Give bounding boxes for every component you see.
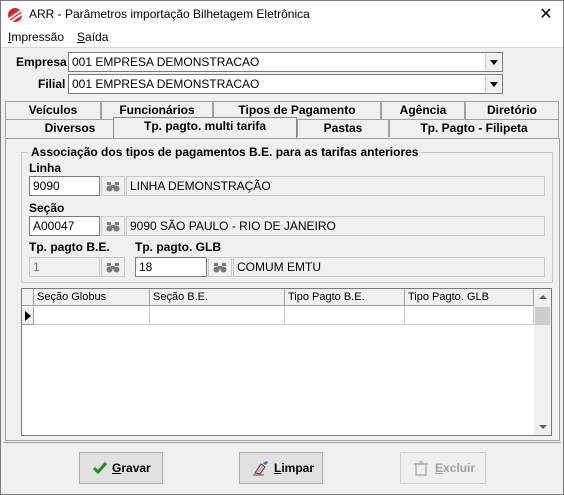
title-bar: ARR - Parâmetros importação Bilhetagem E… [1, 1, 563, 29]
secao-label: Seção [29, 201, 65, 215]
chevron-down-icon[interactable] [485, 54, 501, 70]
tp-pagto-glb-input[interactable]: 18 [135, 257, 207, 277]
tp-pagto-glb-value: 18 [139, 260, 153, 274]
data-grid[interactable]: Seção Globus Seção B.E. Tipo Pagto B.E. … [21, 288, 552, 436]
tab-pastas[interactable]: Pastas [297, 119, 389, 137]
scroll-thumb[interactable] [535, 307, 550, 325]
checkmark-icon [92, 462, 108, 475]
empresa-label: Empresa [16, 55, 67, 69]
chevron-down-icon[interactable] [485, 76, 501, 92]
filial-select[interactable]: 001 EMPRESA DEMONSTRACAO [68, 74, 503, 94]
tp-pagto-glb-label: Tp. pagto. GLB [135, 240, 221, 254]
window-title: ARR - Parâmetros importação Bilhetagem E… [29, 7, 310, 21]
tp-pagto-be-search-button[interactable] [101, 257, 125, 277]
grid-header: Seção Globus Seção B.E. Tipo Pagto B.E. … [22, 289, 534, 306]
delete-icon [414, 461, 428, 476]
column-header[interactable]: Seção Globus [34, 289, 150, 306]
secao-code-input[interactable]: A00047 [29, 216, 100, 236]
row-indicator-icon [22, 307, 34, 325]
filial-value: 001 EMPRESA DEMONSTRACAO [72, 77, 260, 91]
tp-pagto-glb-search-button[interactable] [208, 257, 232, 277]
binoculars-icon [106, 182, 120, 192]
grid-cell[interactable] [285, 307, 405, 325]
tp-pagto-be-input: 1 [29, 257, 100, 277]
excluir-button: Excluir [400, 452, 486, 484]
linha-code-value: 9090 [33, 179, 60, 193]
tp-pagto-glb-description: COMUM EMTU [233, 257, 545, 277]
binoculars-icon [213, 263, 227, 273]
scroll-down-icon[interactable] [534, 418, 551, 435]
app-window: ARR - Parâmetros importação Bilhetagem E… [0, 0, 564, 495]
excluir-label: xcluir [443, 461, 476, 475]
grid-cell[interactable] [405, 307, 534, 325]
limpar-label: impar [281, 461, 315, 475]
gravar-button[interactable]: Gravar [79, 452, 163, 484]
gravar-label: ravar [121, 461, 151, 475]
grid-cell[interactable] [34, 307, 150, 325]
tab-tp-pagto-multi-tarifa[interactable]: Tp. pagto. multi tarifa [113, 117, 297, 138]
empresa-select[interactable]: 001 EMPRESA DEMONSTRACAO [68, 52, 503, 72]
empresa-value: 001 EMPRESA DEMONSTRACAO [72, 55, 260, 69]
menu-divider [1, 47, 563, 48]
filial-label: Filial [38, 77, 66, 91]
linha-code-input[interactable]: 9090 [29, 176, 100, 196]
tp-pagto-be-label: Tp. pagto B.E. [29, 240, 110, 254]
grid-cell[interactable] [150, 307, 285, 325]
linha-label: Linha [29, 161, 61, 175]
column-header[interactable]: Tipo Pagto B.E. [285, 289, 405, 306]
menu-saida[interactable]: Saída [77, 30, 108, 44]
binoculars-icon [106, 222, 120, 232]
tp-pagto-glb-desc-value: COMUM EMTU [237, 260, 321, 274]
linha-desc-value: LINHA DEMONSTRAÇÃO [130, 179, 271, 193]
linha-search-button[interactable] [101, 176, 125, 196]
gravar-mnemonic: G [112, 461, 122, 475]
bottom-divider [3, 442, 561, 443]
close-button[interactable]: ✕ [529, 1, 563, 29]
tab-tp-pagto-filipeta[interactable]: Tp. Pagto - Filipeta [389, 119, 559, 137]
app-logo-icon [8, 8, 22, 22]
column-header[interactable]: Seção B.E. [150, 289, 285, 306]
limpar-button[interactable]: Limpar [239, 452, 323, 484]
tab-agencia[interactable]: Agência [381, 101, 465, 119]
menu-impressao[interactable]: Impressão [8, 30, 64, 44]
grid-corner [22, 289, 34, 306]
tab-veiculos[interactable]: Veículos [5, 101, 101, 119]
secao-desc-value: 9090 SÃO PAULO - RIO DE JANEIRO [130, 219, 336, 233]
secao-description: 9090 SÃO PAULO - RIO DE JANEIRO [126, 216, 545, 236]
vertical-scrollbar[interactable] [534, 289, 551, 435]
linha-description: LINHA DEMONSTRAÇÃO [126, 176, 545, 196]
scroll-up-icon[interactable] [534, 289, 551, 306]
menu-bar: Impressão Saída [1, 29, 563, 47]
excluir-mnemonic: E [435, 461, 444, 475]
eraser-icon [253, 461, 268, 476]
binoculars-icon [106, 263, 120, 273]
column-header[interactable]: Tipo Pagto. GLB [405, 289, 534, 306]
group-title: Associação dos tipos de pagamentos B.E. … [28, 145, 422, 159]
secao-code-value: A00047 [33, 219, 75, 233]
secao-search-button[interactable] [101, 216, 125, 236]
tab-diretorio[interactable]: Diretório [465, 101, 559, 119]
tp-pagto-be-value: 1 [33, 260, 40, 274]
